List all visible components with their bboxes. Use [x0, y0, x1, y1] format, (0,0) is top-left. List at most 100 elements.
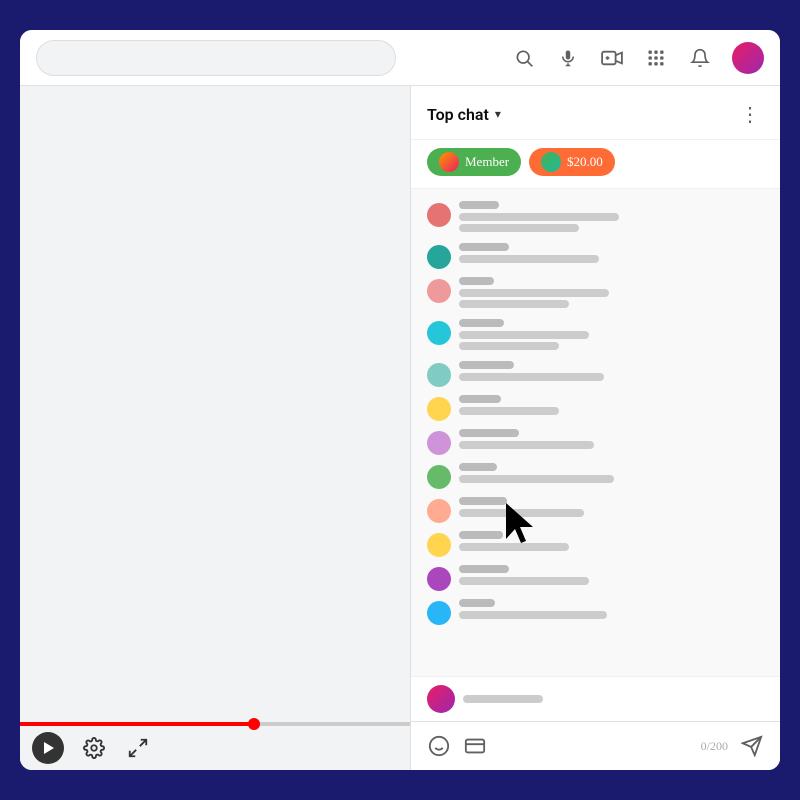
settings-icon[interactable] — [80, 734, 108, 762]
list-item — [411, 315, 780, 357]
message-bar — [459, 373, 604, 381]
progress-fill — [20, 722, 254, 726]
member-filter-pill[interactable]: Member — [427, 148, 521, 176]
avatar — [427, 499, 451, 523]
apps-grid-icon[interactable] — [644, 46, 668, 70]
message-content — [459, 361, 764, 384]
avatar — [427, 465, 451, 489]
message-bar — [459, 441, 594, 449]
message-bar — [459, 509, 584, 517]
play-button[interactable] — [32, 732, 64, 764]
money-filter-pill[interactable]: $20.00 — [529, 148, 615, 176]
message-content — [459, 497, 764, 520]
username-bar — [459, 319, 504, 327]
message-content — [459, 565, 764, 588]
message-content — [459, 319, 764, 353]
message-bar — [459, 611, 607, 619]
avatar — [427, 245, 451, 269]
chat-messages[interactable] — [411, 189, 780, 676]
list-item — [411, 527, 780, 561]
message-bar-2 — [459, 300, 569, 308]
top-bar — [20, 30, 780, 86]
avatar — [427, 397, 451, 421]
emoji-button[interactable] — [423, 730, 455, 762]
browser-window: Top chat ▾ ⋮ Member $20.00 — [20, 30, 780, 770]
chat-dropdown-icon[interactable]: ▾ — [495, 107, 501, 122]
username-bar — [459, 201, 499, 209]
chat-more-button[interactable]: ⋮ — [736, 98, 764, 131]
list-item — [411, 197, 780, 239]
username-bar — [459, 599, 495, 607]
list-item — [411, 595, 780, 629]
list-item — [411, 561, 780, 595]
username-bar — [459, 429, 519, 437]
fullscreen-icon[interactable] — [124, 734, 152, 762]
mic-icon[interactable] — [556, 46, 580, 70]
message-content — [459, 599, 764, 622]
main-content: Top chat ▾ ⋮ Member $20.00 — [20, 86, 780, 770]
super-chat-button[interactable] — [459, 730, 491, 762]
username-bar — [459, 565, 509, 573]
message-bar — [459, 577, 589, 585]
username-bar — [459, 531, 503, 539]
message-content — [459, 429, 764, 452]
chat-input-area: 0/200 — [411, 721, 780, 770]
search-bar[interactable] — [36, 40, 396, 76]
current-user-message — [411, 676, 780, 721]
username-bar — [459, 395, 501, 403]
message-content — [459, 277, 764, 311]
bell-icon[interactable] — [688, 46, 712, 70]
char-count: 0/200 — [701, 739, 728, 754]
list-item — [411, 459, 780, 493]
input-icons — [423, 730, 491, 762]
username-bar — [459, 277, 494, 285]
send-button[interactable] — [736, 730, 768, 762]
top-icons — [512, 42, 764, 74]
member-avatar — [439, 152, 459, 172]
avatar — [427, 363, 451, 387]
list-item — [411, 357, 780, 391]
message-content — [459, 531, 764, 554]
message-bar-2 — [459, 342, 559, 350]
progress-bar[interactable] — [20, 722, 410, 726]
create-video-icon[interactable] — [600, 46, 624, 70]
chat-input-row: 0/200 — [423, 730, 768, 762]
avatar — [427, 279, 451, 303]
money-avatar — [541, 152, 561, 172]
play-icon — [44, 742, 54, 754]
avatar — [427, 431, 451, 455]
search-icon[interactable] — [512, 46, 536, 70]
money-filter-label: $20.00 — [567, 154, 603, 170]
video-player-wrapper — [20, 86, 410, 722]
avatar — [427, 601, 451, 625]
username-bar — [459, 361, 514, 369]
message-content — [459, 201, 764, 235]
current-user-avatar — [427, 685, 455, 713]
avatar — [427, 533, 451, 557]
chat-filter-row: Member $20.00 — [411, 140, 780, 189]
chat-area: Top chat ▾ ⋮ Member $20.00 — [410, 86, 780, 770]
progress-dot — [248, 718, 260, 730]
message-content — [459, 463, 764, 486]
message-content — [459, 243, 764, 266]
member-filter-label: Member — [465, 154, 509, 170]
avatar — [427, 321, 451, 345]
username-bar — [459, 243, 509, 251]
user-avatar[interactable] — [732, 42, 764, 74]
message-bar — [459, 255, 599, 263]
message-bar — [459, 475, 614, 483]
video-area — [20, 86, 410, 770]
list-item — [411, 425, 780, 459]
message-bar — [459, 543, 569, 551]
list-item — [411, 239, 780, 273]
chat-title: Top chat — [427, 105, 489, 124]
chat-header: Top chat ▾ ⋮ — [411, 86, 780, 140]
list-item — [411, 391, 780, 425]
video-controls — [20, 726, 410, 770]
list-item — [411, 493, 780, 527]
avatar — [427, 203, 451, 227]
message-content — [459, 395, 764, 418]
current-user-text — [463, 695, 543, 703]
message-bar-2 — [459, 224, 579, 232]
avatar — [427, 567, 451, 591]
